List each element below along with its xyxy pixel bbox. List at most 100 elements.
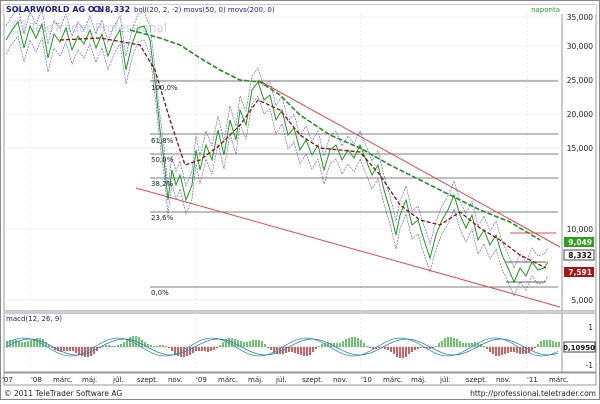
macd-histogram-bar [540,341,542,347]
macd-histogram-bar [483,346,485,347]
fib-label: 0,0% [151,289,169,297]
price-tick: 5,000 [572,296,594,305]
macd-tick: 1 [588,323,593,332]
macd-histogram-bar [249,341,251,347]
macd-histogram-bar [369,347,371,348]
macd-histogram-bar [366,346,368,347]
macd-histogram-bar [501,347,503,355]
time-tick: szept. [466,376,487,384]
macd-histogram-bar [111,346,113,347]
macd-histogram-bar [291,347,293,352]
macd-histogram-bar [252,340,254,347]
macd-label: macd(12, 26, 9) [6,315,62,323]
macd-histogram-bar [504,347,506,354]
macd-histogram-bar [162,345,164,347]
macd-histogram-bar [258,340,260,347]
macd-histogram-bar [165,346,167,347]
source-url: http://professional.teletrader.com [470,389,596,398]
macd-histogram-bar [21,342,23,347]
time-tick: szept. [302,376,323,384]
time-tick: júl. [112,376,124,384]
macd-histogram-bar [498,347,500,356]
macd-histogram-bar [447,337,449,347]
macd-histogram-bar [213,347,215,350]
macd-histogram-bar [270,347,272,350]
macd-histogram-bar [150,345,152,347]
macd-histogram-bar [357,338,359,347]
macd-histogram-bar [510,347,512,352]
time-tick: júl. [439,376,451,384]
time-tick: '07 [2,376,13,384]
time-tick: nov. [333,376,348,384]
macd-histogram-bar [537,344,539,347]
macd-histogram-bar [42,339,44,347]
macd-histogram-bar [450,337,452,347]
macd-histogram-bar [153,346,155,347]
macd-histogram-bar [402,347,404,358]
macd-histogram-bar [171,347,173,351]
macd-histogram-bar [468,343,470,347]
marker-last-label: 8,332 [568,251,592,260]
time-tick: márc. [218,376,238,384]
macd-tick: -1 [586,361,594,370]
time-tick: '11 [527,376,538,384]
price-tick: 25,000 [567,76,593,85]
macd-histogram-bar [459,341,461,347]
macd-histogram-bar [198,347,200,351]
macd-histogram-bar [489,347,491,352]
time-tick: márc. [383,376,403,384]
price-markers: 9,049 8,332 7,591 [563,237,595,277]
macd-histogram-bar [495,347,497,356]
period-label: naponta [531,6,560,14]
macd-histogram-bar [312,347,314,352]
macd-histogram-bar [441,341,443,347]
macd-histogram-bar [222,342,224,347]
time-tick: nov. [496,376,511,384]
macd-histogram-bar [66,347,68,351]
macd-histogram-bar [486,347,488,349]
time-tick: máj. [82,376,97,384]
macd-histogram-bar [261,341,263,347]
macd-histogram-bar [117,345,119,347]
macd-histogram-bar [216,347,218,348]
macd-histogram-bar [411,347,413,352]
macd-histogram-bar [24,342,26,347]
time-tick: '09 [196,376,207,384]
macd-histogram-bar [303,347,305,356]
macd-histogram-bar [264,344,266,347]
macd-histogram-bar [201,347,203,351]
macd-histogram-bar [156,346,158,347]
macd-histogram-bar [105,345,107,347]
macd-histogram-bar [210,347,212,351]
macd-histogram-bar [207,347,209,352]
macd-histogram-bar [336,343,338,347]
copyright-text: © 2011 TeleTrader Software AG [4,389,122,398]
macd-histogram-bar [321,344,323,347]
macd-histogram-bar [507,347,509,353]
time-tick: nov. [168,376,183,384]
macd-histogram-bar [87,347,89,357]
macd-histogram-bar [558,342,560,347]
macd-histogram-bar [546,340,548,347]
time-tick: máj. [248,376,263,384]
time-tick: máj. [411,376,426,384]
macd-histogram-bar [189,347,191,355]
macd-histogram-bar [420,347,422,348]
macd-histogram-bar [339,343,341,347]
macd-histogram-bar [516,347,518,353]
macd-histogram-bar [393,347,395,354]
macd-histogram-bar [549,340,551,347]
time-tick: márc. [549,376,569,384]
macd-histogram-bar [255,340,257,347]
chart-window: TeleTrader Professional SOLARWORLD AG O.… [0,0,600,400]
macd-histogram-bar [435,346,437,347]
macd-histogram-bar [204,347,206,351]
fib-label: 23,6% [151,214,174,222]
macd-histogram-bar [513,347,515,352]
fib-label: 38,2% [151,180,174,188]
macd-histogram-bar [360,340,362,347]
macd-histogram-bar [552,341,554,347]
macd-histogram-bar [174,347,176,354]
time-tick: júl. [275,376,287,384]
time-tick: szept. [137,376,158,384]
